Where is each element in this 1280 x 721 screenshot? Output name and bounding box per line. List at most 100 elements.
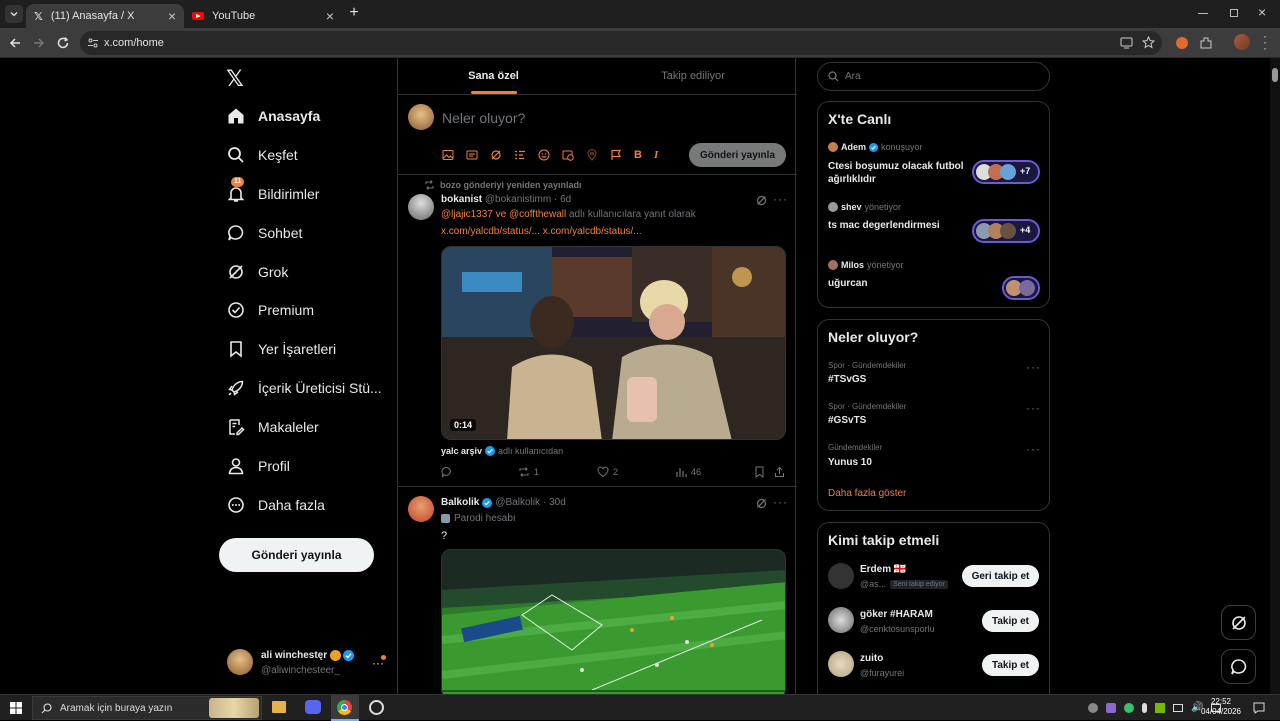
grok-icon[interactable] (756, 195, 767, 206)
post-time[interactable]: · 6d (554, 194, 571, 205)
network-icon[interactable] (1173, 703, 1183, 712)
trend-more-icon[interactable]: ··· (1026, 401, 1041, 415)
tab-x-home[interactable]: 𝕏 (11) Anasayfa / X × (26, 4, 184, 28)
new-tab-button[interactable]: + (346, 5, 362, 21)
post-avatar[interactable] (408, 496, 434, 522)
bookmark-icon[interactable] (754, 466, 765, 478)
grok-icon[interactable] (490, 149, 502, 161)
x-logo-icon[interactable]: 𝕏 (226, 66, 244, 92)
taskbar-search[interactable]: Aramak için buraya yazın (32, 696, 262, 720)
obs-icon[interactable] (369, 700, 384, 715)
show-more-link[interactable]: Daha fazla göster (828, 488, 906, 499)
flag-icon[interactable] (610, 149, 622, 161)
sidebar-item-chat[interactable]: Sohbet (226, 217, 302, 249)
sidebar-item-grok[interactable]: Grok (226, 256, 288, 288)
post-author-name[interactable]: Balkolik (441, 497, 479, 508)
sidebar-item-profile[interactable]: Profil (226, 450, 290, 482)
page-scrollbar[interactable] (1270, 58, 1280, 694)
follow-back-button[interactable]: Geri takip et (962, 565, 1039, 587)
sidebar-item-explore[interactable]: Keşfet (226, 139, 298, 171)
post-author-handle[interactable]: @Balkolik (495, 497, 540, 508)
browser-menu-icon[interactable]: · · · (1262, 30, 1268, 54)
account-switcher[interactable]: ali winchestęr @aliwinchesteer_ ··· (224, 644, 388, 684)
windows-start-icon[interactable] (10, 702, 22, 714)
grok-icon[interactable] (756, 498, 767, 509)
address-bar[interactable]: x.com/home (80, 31, 1162, 55)
tab-following[interactable]: Takip ediliyor (589, 58, 797, 94)
back-icon[interactable] (8, 36, 22, 50)
site-info-icon[interactable] (87, 37, 99, 49)
trend-more-icon[interactable]: ··· (1026, 442, 1041, 456)
post-more-icon[interactable]: ··· (773, 192, 788, 206)
share-icon[interactable] (774, 466, 785, 478)
taskview-icon[interactable] (272, 701, 286, 713)
trend-more-icon[interactable]: ··· (1026, 360, 1041, 374)
close-tab-icon[interactable]: × (326, 8, 334, 24)
extension-icon[interactable] (1176, 37, 1188, 49)
post-more-icon[interactable]: ··· (773, 495, 788, 509)
post-video[interactable] (441, 549, 786, 694)
mention-link[interactable]: @ljajic1337 (441, 209, 493, 220)
follow-button[interactable]: Takip et (982, 654, 1039, 676)
microphone-icon[interactable] (1142, 702, 1147, 713)
location-icon[interactable] (586, 149, 598, 161)
reply-button[interactable] (441, 466, 457, 478)
post-link[interactable]: x.com/yalcdb/status/... (441, 226, 540, 237)
post-video[interactable]: 0:14 (441, 246, 786, 440)
taskbar-clock[interactable]: 22:52 04/04/2026 (1196, 697, 1246, 717)
post-time[interactable]: · 30d (543, 497, 566, 508)
mention-link[interactable]: @coffthewall (509, 209, 566, 220)
post-author-handle[interactable]: @bokanistimm (485, 194, 551, 205)
like-button[interactable]: 2 (597, 466, 618, 478)
follow-button[interactable]: Takip et (982, 610, 1039, 632)
discord-icon[interactable] (305, 700, 321, 714)
reload-icon[interactable] (56, 36, 70, 50)
bookmark-star-icon[interactable] (1142, 36, 1155, 49)
chrome-icon[interactable] (331, 695, 359, 721)
image-icon[interactable] (442, 149, 454, 161)
listeners-pill[interactable]: +4 (972, 219, 1040, 243)
emoji-icon[interactable] (538, 149, 550, 161)
scrollbar-thumb[interactable] (1272, 68, 1278, 82)
extensions-puzzle-icon[interactable] (1199, 36, 1213, 50)
restore-window-icon[interactable] (1230, 9, 1238, 17)
messages-fab[interactable] (1221, 649, 1256, 684)
sidebar-item-home[interactable]: Anasayfa (226, 100, 320, 132)
sidebar-item-creator-studio[interactable]: İçerik Üreticisi Stü... (226, 372, 382, 404)
forward-icon[interactable] (32, 36, 46, 50)
composer-post-button[interactable]: Gönderi yayınla (689, 143, 786, 167)
search-input[interactable]: Ara (817, 62, 1050, 91)
install-app-icon[interactable] (1120, 37, 1133, 49)
gif-icon[interactable] (466, 149, 478, 161)
listeners-pill[interactable]: +7 (972, 160, 1040, 184)
views-button[interactable]: 46 (675, 466, 701, 478)
sidebar-post-button[interactable]: Gönderi yayınla (219, 538, 374, 572)
listeners-pill[interactable] (1002, 276, 1040, 300)
tab-search-button[interactable] (5, 5, 23, 23)
repost-button[interactable]: 1 (518, 466, 539, 478)
close-window-icon[interactable]: × (1258, 4, 1266, 20)
schedule-icon[interactable] (562, 149, 574, 161)
post-avatar[interactable] (408, 194, 434, 220)
grok-fab[interactable] (1221, 605, 1256, 640)
post-link[interactable]: x.com/yalcdb/status/... (543, 226, 642, 237)
sidebar-item-articles[interactable]: Makaleler (226, 411, 319, 443)
sidebar-item-bookmarks[interactable]: Yer İşaretleri (226, 333, 336, 365)
close-tab-icon[interactable]: × (168, 8, 176, 24)
tray-app-icon[interactable] (1124, 702, 1134, 713)
sidebar-item-more[interactable]: Daha fazla (226, 489, 325, 521)
post-author-name[interactable]: bokanist (441, 194, 482, 205)
tray-app-icon[interactable] (1106, 702, 1116, 713)
nvidia-icon[interactable] (1155, 702, 1165, 713)
sidebar-item-notifications[interactable]: 11 Bildirimler (226, 177, 319, 210)
tab-for-you[interactable]: Sana özel (398, 58, 589, 94)
notifications-center-icon[interactable] (1253, 702, 1265, 714)
profile-avatar[interactable] (1234, 34, 1250, 50)
minimize-window-icon[interactable] (1198, 8, 1208, 18)
tab-youtube[interactable]: YouTube × (184, 4, 342, 28)
poll-icon[interactable] (514, 149, 526, 161)
sidebar-item-premium[interactable]: Premium (226, 294, 314, 326)
bold-icon[interactable]: B (634, 149, 642, 161)
composer-input[interactable]: Neler oluyor? (442, 110, 525, 126)
italic-icon[interactable]: I (654, 149, 658, 161)
